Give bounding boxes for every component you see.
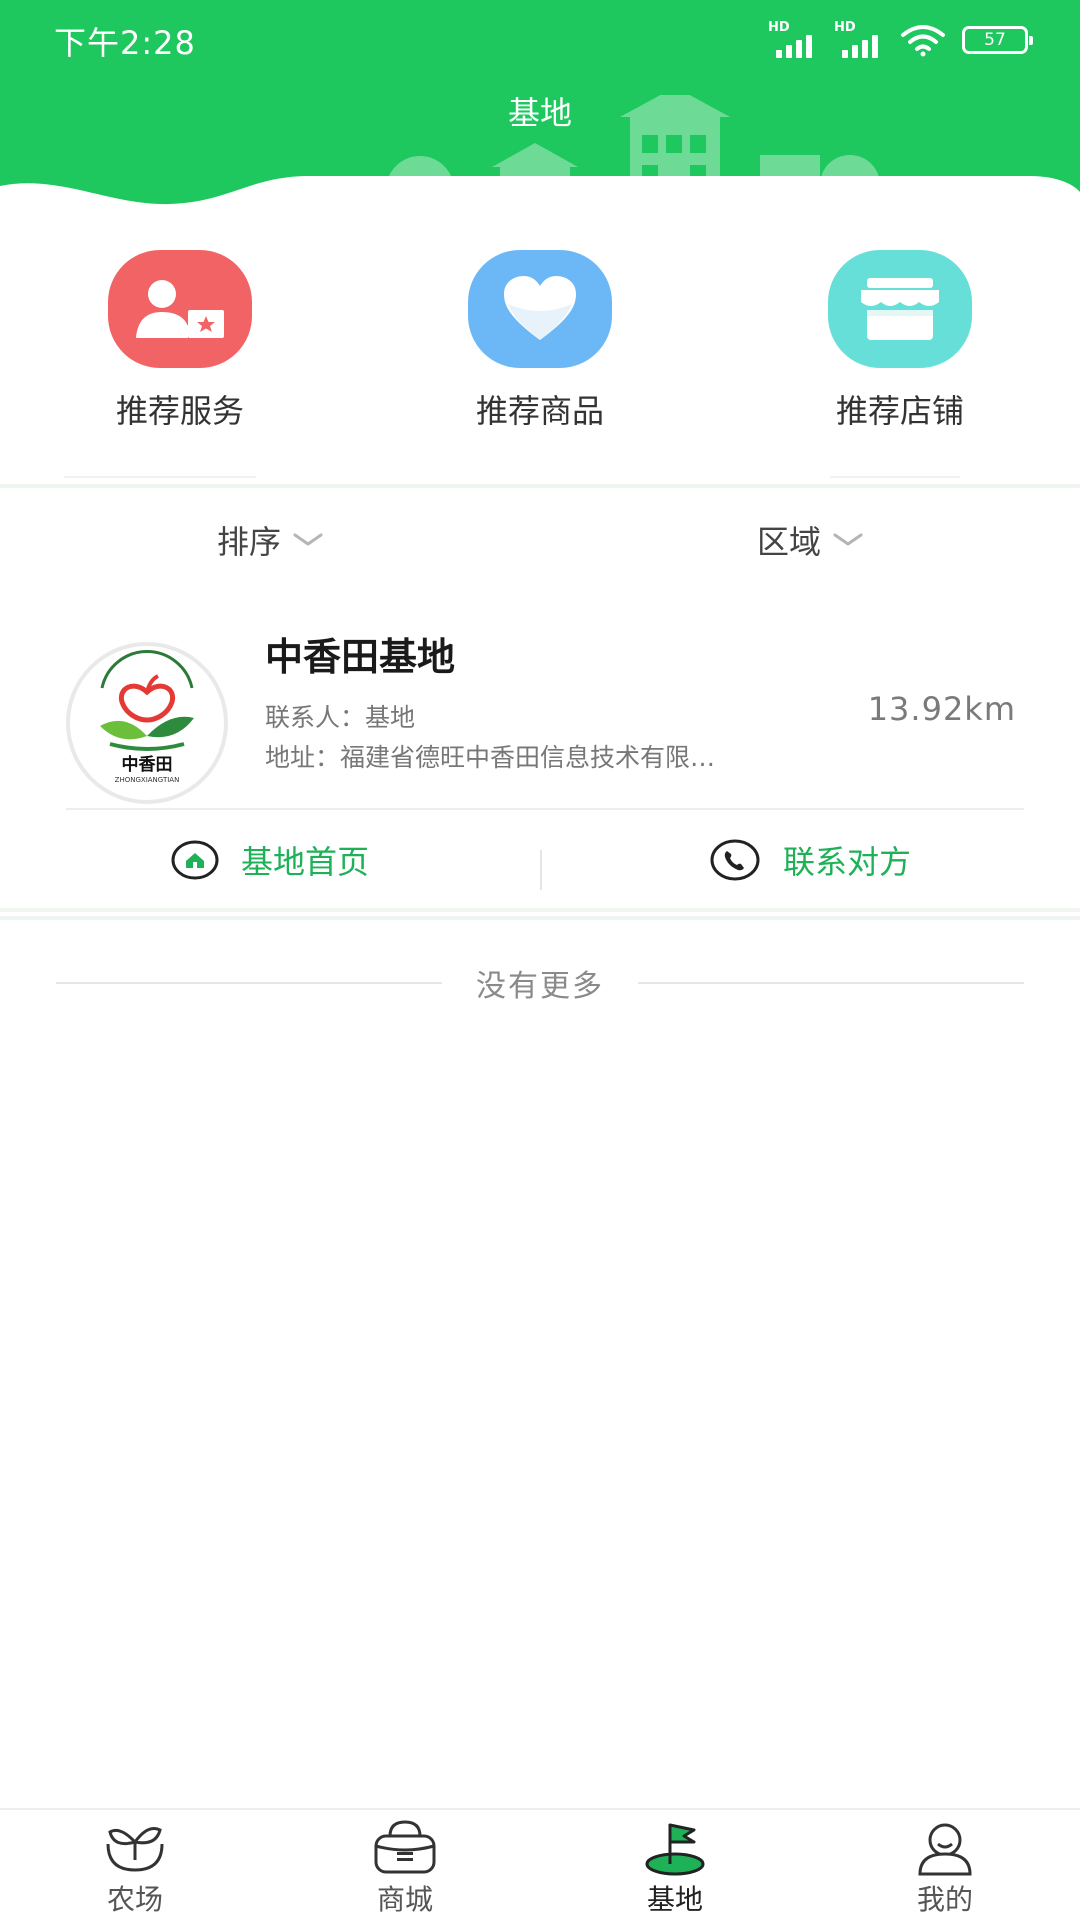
bottom-tab-bar: 农场 商城 基地 我的 [0,1808,1080,1920]
chevron-down-icon [293,533,323,546]
svg-text:ZHONGXIANGTIAN: ZHONGXIANGTIAN [115,776,180,784]
action-divider [540,850,542,890]
status-time: 下午2:28 [54,24,196,62]
tab-label: 农场 [106,1883,163,1916]
quick-entry-service[interactable]: 推荐服务 [0,250,360,480]
chevron-down-icon [833,533,863,546]
sort-filter[interactable]: 排序 [0,500,540,580]
tab-mall[interactable]: 商城 [270,1810,540,1920]
region-filter[interactable]: 区域 [540,500,1080,580]
base-page: 下午2:28 HD HD 57 基地 推荐服务 推荐商品 推荐店铺 排序 区域 … [0,0,1080,1920]
quick-entry-store[interactable]: 推荐店铺 [720,250,1080,480]
header-wave [0,176,1080,236]
home-icon [171,840,219,880]
contact-label: 联系对方 [782,843,911,881]
page-title: 基地 [507,94,572,132]
no-more-indicator: 没有更多 [56,958,1024,1008]
svg-text:中香田: 中香田 [122,754,173,775]
heart-icon [468,250,612,368]
tab-base[interactable]: 基地 [540,1810,810,1920]
profile-icon [918,1823,972,1876]
region-label: 区域 [756,523,821,561]
quick-underline [64,476,256,478]
tab-mine[interactable]: 我的 [810,1810,1080,1920]
phone-icon [710,839,760,881]
base-contact: 联系人：基地 [265,703,416,732]
base-home-button[interactable]: 基地首页 [0,810,540,910]
no-more-text: 没有更多 [476,969,604,1004]
no-more-line [638,982,1024,984]
shop-basket-icon [374,1820,436,1874]
quick-entry-label: 推荐商品 [475,392,604,430]
quick-entry-label: 推荐服务 [115,392,244,430]
signal-icon: HD [768,20,824,58]
tab-label: 商城 [376,1883,433,1916]
sort-label: 排序 [216,523,281,561]
status-bar: 下午2:28 HD HD 57 [0,0,1080,80]
quick-underline [830,476,960,478]
farm-sprout-icon [106,1827,164,1872]
quick-entry-label: 推荐店铺 [835,392,964,430]
tab-label: 我的 [916,1883,973,1916]
base-distance: 13.92km [867,690,1016,728]
filter-bar: 排序 区域 [0,500,1080,580]
tab-farm[interactable]: 农场 [0,1810,270,1920]
tab-label: 基地 [646,1883,703,1916]
card-actions: 基地首页 联系对方 [0,810,1080,910]
battery-icon: 57 [962,26,1033,54]
status-icons: HD HD 57 [768,20,1033,60]
quick-entry-goods[interactable]: 推荐商品 [360,250,720,480]
base-flag-icon [645,1823,705,1876]
base-logo: 中香田 ZHONGXIANGTIAN [66,642,228,804]
recommend-service-icon [108,250,252,368]
contact-button[interactable]: 联系对方 [540,810,1080,910]
base-name: 中香田基地 [265,635,456,679]
signal-icon: HD [834,20,890,58]
base-home-label: 基地首页 [240,843,369,881]
quick-entries: 推荐服务 推荐商品 推荐店铺 [0,250,1080,480]
section-divider [0,908,1080,920]
base-address: 地址：福建省德旺中香田信息技术有限… [265,743,716,772]
base-card[interactable]: 中香田 ZHONGXIANGTIAN 中香田基地 联系人：基地 地址：福建省德旺… [0,612,1080,912]
wifi-icon [901,25,945,57]
store-icon [828,250,972,368]
section-divider [0,484,1080,488]
no-more-line [56,982,442,984]
